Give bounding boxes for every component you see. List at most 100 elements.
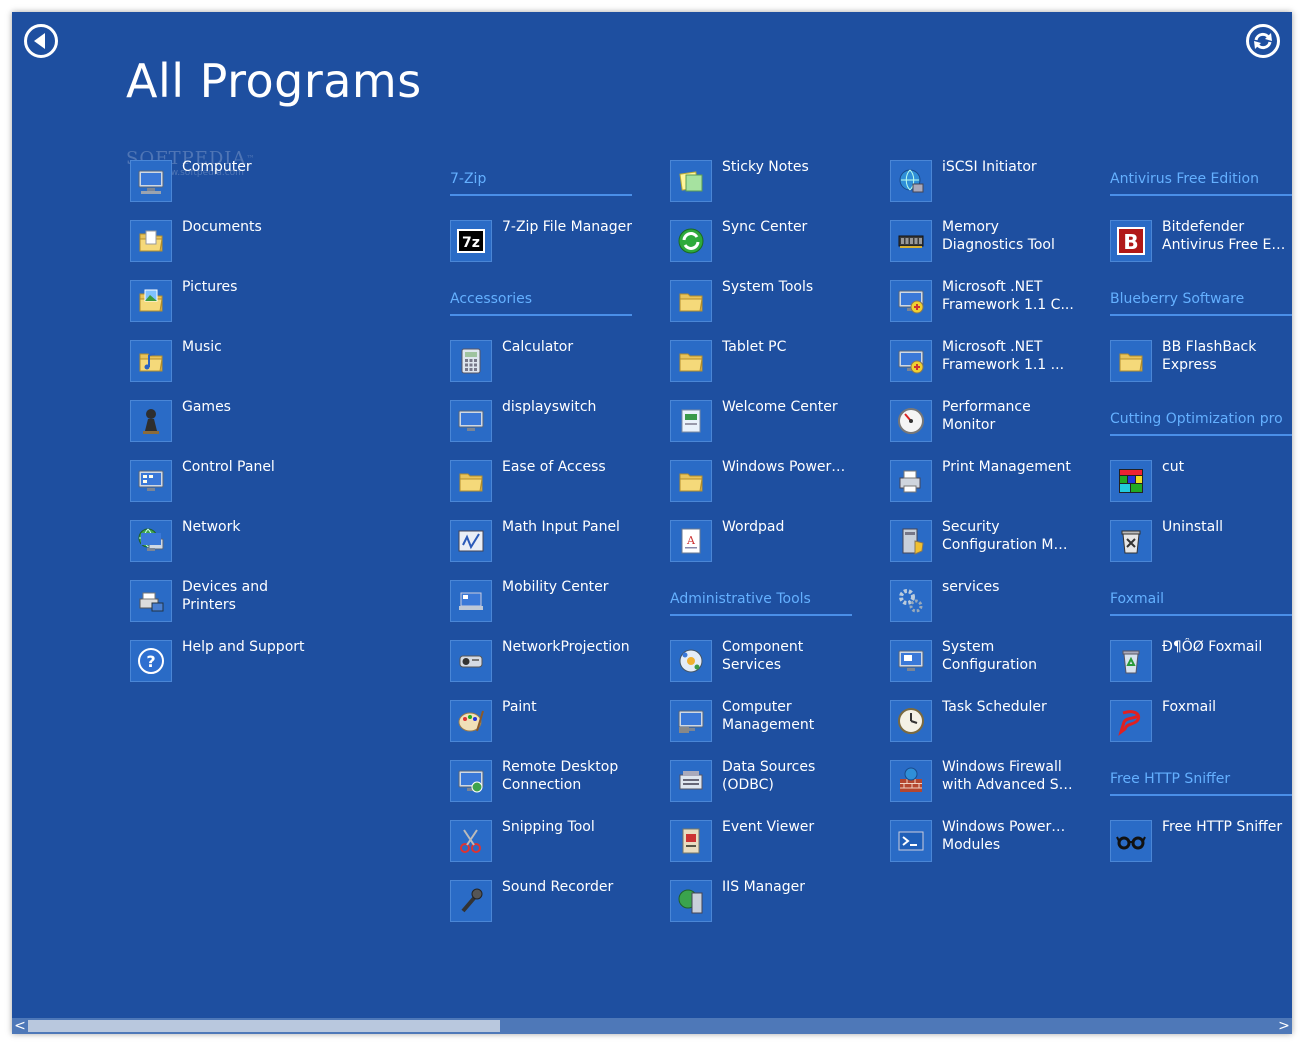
program-label: Windows Firewall with Advanced Se... xyxy=(942,758,1074,794)
scissors-icon xyxy=(450,820,492,862)
program-tile-snipping-tool[interactable]: Snipping Tool xyxy=(450,819,650,880)
program-tile-devices-and-printers[interactable]: Devices and Printers xyxy=(130,579,330,640)
program-tile-uninstall[interactable]: Uninstall xyxy=(1110,519,1292,580)
iis-manager-icon xyxy=(670,880,712,922)
program-tile-services[interactable]: services xyxy=(890,578,1090,640)
program-tile-7-zip-file-manager[interactable]: 7z 7-Zip File Manager xyxy=(450,219,650,280)
program-tile-networkprojection[interactable]: NetworkProjection xyxy=(450,639,650,700)
scroll-right-button[interactable]: > xyxy=(1276,1018,1292,1034)
program-tile-print-management[interactable]: Print Management xyxy=(890,459,1090,520)
program-label-line: Foxmail xyxy=(1162,699,1216,715)
data-sources-icon xyxy=(670,760,712,802)
program-label: Sync Center xyxy=(722,218,854,236)
program-tile-documents[interactable]: Documents xyxy=(130,219,330,280)
program-tile-foxmail[interactable]: Ð¶ÔØ Foxmail xyxy=(1110,639,1292,700)
program-tile-foxmail[interactable]: Foxmail xyxy=(1110,698,1292,760)
program-tile-microsoft-net-framework-1-1-c[interactable]: Microsoft .NET Framework 1.1 C... xyxy=(890,279,1090,340)
program-label-line: Documents xyxy=(182,219,262,235)
program-label: Component Services xyxy=(722,638,854,674)
program-tile-control-panel[interactable]: Control Panel xyxy=(130,459,330,520)
security-config-icon xyxy=(890,520,932,562)
program-tile-paint[interactable]: Paint xyxy=(450,699,650,760)
program-tile-windows-powershell[interactable]: Windows PowerShell xyxy=(670,459,870,520)
program-tile-sync-center[interactable]: Sync Center xyxy=(670,218,870,280)
back-arrow-icon xyxy=(34,33,45,49)
program-tile-iscsi-initiator[interactable]: iSCSI Initiator xyxy=(890,159,1090,220)
program-tile-iis-manager[interactable]: IIS Manager xyxy=(670,879,870,940)
program-tile-cut[interactable]: cut xyxy=(1110,459,1292,520)
program-tile-free-http-sniffer[interactable]: Free HTTP Sniffer xyxy=(1110,819,1292,880)
program-tile-sound-recorder[interactable]: Sound Recorder xyxy=(450,879,650,940)
program-label-line: Printers xyxy=(182,597,236,613)
help-icon: ? xyxy=(130,640,172,682)
program-label: Games xyxy=(182,398,314,416)
programs-column-4: iSCSI Initiator Memory Diagnostics Tool Mic… xyxy=(890,159,1090,880)
program-tile-data-sources-odbc[interactable]: Data Sources (ODBC) xyxy=(670,758,870,820)
folder-icon xyxy=(670,340,712,382)
program-tile-microsoft-net-framework-1-1[interactable]: Microsoft .NET Framework 1.1 ... xyxy=(890,339,1090,400)
program-tile-wordpad[interactable]: A Wordpad xyxy=(670,519,870,580)
program-tile-task-scheduler[interactable]: Task Scheduler xyxy=(890,699,1090,760)
back-button[interactable] xyxy=(24,24,58,58)
program-tile-pictures[interactable]: Pictures xyxy=(130,279,330,340)
folder-icon xyxy=(1110,340,1152,382)
program-tile-system-configuration[interactable]: System Configuration xyxy=(890,638,1090,700)
program-tile-games[interactable]: Games xyxy=(130,398,330,460)
program-tile-ease-of-access[interactable]: Ease of Access xyxy=(450,459,650,520)
program-label: services xyxy=(942,578,1074,596)
program-label-line: Sticky Notes xyxy=(722,159,809,175)
program-tile-windows-firewall-with-advanced-se[interactable]: Windows Firewall with Advanced Se... xyxy=(890,758,1090,820)
group-divider xyxy=(1110,194,1292,196)
program-tile-system-tools[interactable]: System Tools xyxy=(670,279,870,340)
group-header-label: Free HTTP Sniffer xyxy=(1110,771,1231,787)
program-tile-remote-desktop-connection[interactable]: Remote Desktop Connection xyxy=(450,759,650,820)
7zip-icon: 7z xyxy=(450,220,492,262)
program-tile-security-configuration-ma[interactable]: Security Configuration Ma... xyxy=(890,519,1090,580)
program-tile-displayswitch[interactable]: displayswitch xyxy=(450,399,650,460)
program-tile-event-viewer[interactable]: Event Viewer xyxy=(670,818,870,880)
scroll-thumb[interactable] xyxy=(28,1020,500,1032)
program-tile-network[interactable]: Network xyxy=(130,519,330,580)
documents-icon xyxy=(130,220,172,262)
program-label: Computer xyxy=(182,158,314,176)
program-label: Math Input Panel xyxy=(502,518,634,536)
program-tile-bb-flashback-express[interactable]: BB FlashBack Express xyxy=(1110,339,1292,400)
program-tile-memory-diagnostics-tool[interactable]: Memory Diagnostics Tool xyxy=(890,219,1090,280)
refresh-button[interactable] xyxy=(1246,24,1280,58)
program-label-line: Microsoft .NET xyxy=(942,279,1043,295)
program-tile-music[interactable]: Music xyxy=(130,339,330,400)
program-tile-tablet-pc[interactable]: Tablet PC xyxy=(670,339,870,400)
program-tile-computer-management[interactable]: Computer Management xyxy=(670,698,870,760)
program-tile-component-services[interactable]: Component Services xyxy=(670,638,870,700)
program-label-line: Pictures xyxy=(182,279,238,295)
program-label: System Configuration xyxy=(942,638,1074,674)
program-tile-windows-powershell-modules[interactable]: Windows PowerShell Modules xyxy=(890,819,1090,880)
welcome-center-icon xyxy=(670,400,712,442)
program-tile-performance-monitor[interactable]: Performance Monitor xyxy=(890,399,1090,460)
program-tile-help-and-support[interactable]: ? Help and Support xyxy=(130,639,330,700)
program-label-line: Performance xyxy=(942,399,1031,415)
program-tile-computer[interactable]: Computer xyxy=(130,158,330,220)
program-label: Foxmail xyxy=(1162,698,1292,716)
program-tile-mobility-center[interactable]: Mobility Center xyxy=(450,579,650,640)
program-label-line: 7-Zip File Manager xyxy=(502,219,633,235)
program-label: Computer Management xyxy=(722,698,854,734)
program-tile-bitdefender-antivirus-free-edi[interactable]: B Bitdefender Antivirus Free Edi... xyxy=(1110,219,1292,280)
program-tile-calculator[interactable]: Calculator xyxy=(450,339,650,400)
program-label-line: Music xyxy=(182,339,222,355)
scroll-left-button[interactable]: < xyxy=(12,1018,28,1034)
microphone-icon xyxy=(450,880,492,922)
printer-icon xyxy=(890,460,932,502)
program-label-line: BB FlashBack xyxy=(1162,339,1257,355)
group-header-label: Antivirus Free Edition xyxy=(1110,171,1259,187)
program-tile-sticky-notes[interactable]: Sticky Notes xyxy=(670,159,870,220)
program-tile-welcome-center[interactable]: Welcome Center xyxy=(670,399,870,460)
program-label: Event Viewer xyxy=(722,818,854,836)
group-header-label: Cutting Optimization pro xyxy=(1110,411,1283,427)
program-tile-math-input-panel[interactable]: Math Input Panel xyxy=(450,518,650,580)
7zip-glyph: 7z xyxy=(462,235,480,251)
program-label: Data Sources (ODBC) xyxy=(722,758,854,794)
group-header-cutting-optimization-pro: Cutting Optimization pro xyxy=(1110,400,1292,460)
program-label-line: Microsoft .NET xyxy=(942,339,1043,355)
horizontal-scrollbar[interactable]: < > xyxy=(12,1018,1292,1034)
